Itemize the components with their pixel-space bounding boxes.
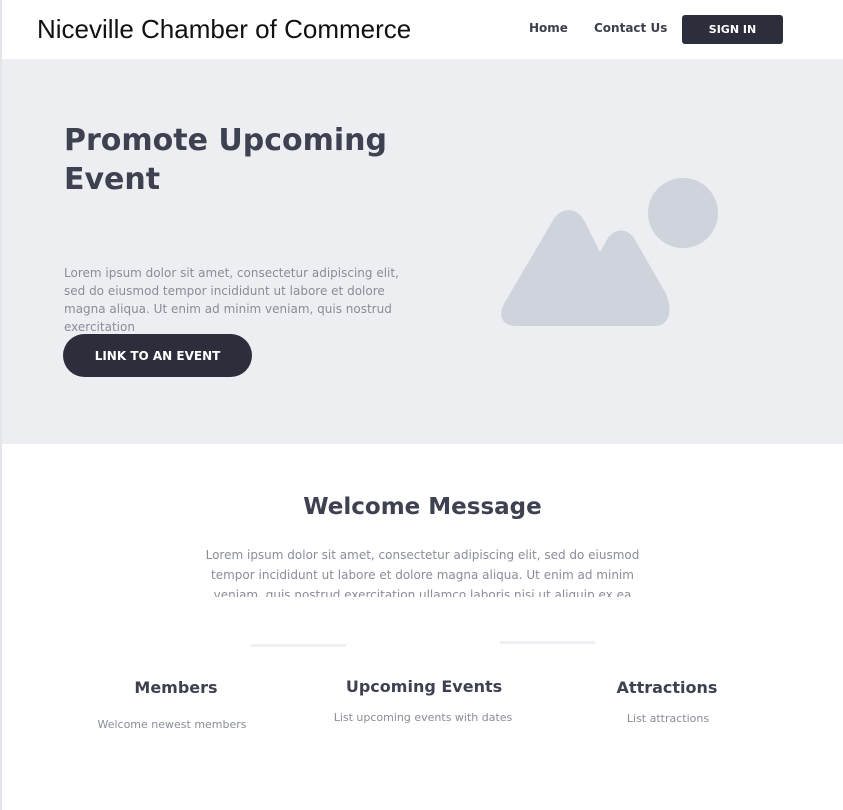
welcome-title: Welcome Message bbox=[303, 494, 542, 520]
hero-section: Promote Upcoming Event Lorem ipsum dolor… bbox=[2, 59, 843, 444]
feature-attractions-title: Attractions bbox=[616, 678, 718, 697]
divider bbox=[251, 644, 346, 647]
site-header: Niceville Chamber of Commerce Home Conta… bbox=[2, 0, 843, 59]
feature-events-title: Upcoming Events bbox=[345, 677, 503, 696]
welcome-text: Lorem ipsum dolor sit amet, consectetur … bbox=[205, 548, 640, 597]
divider bbox=[500, 641, 595, 644]
mountain-shape bbox=[501, 210, 670, 326]
hero-title: Promote Upcoming Event bbox=[64, 123, 387, 197]
site-title[interactable]: Niceville Chamber of Commerce bbox=[37, 14, 411, 45]
nav-contact-link[interactable]: Contact Us bbox=[594, 21, 667, 35]
sign-in-button[interactable]: SIGN IN bbox=[682, 15, 783, 44]
link-to-event-button[interactable]: LINK TO AN EVENT bbox=[63, 334, 252, 377]
feature-attractions-desc: List attractions bbox=[626, 712, 710, 725]
feature-events-desc: List upcoming events with dates bbox=[333, 711, 513, 724]
nav-home-link[interactable]: Home bbox=[529, 21, 568, 35]
feature-members-title: Members bbox=[134, 678, 218, 697]
hero-text: Lorem ipsum dolor sit amet, consectetur … bbox=[64, 266, 399, 334]
image-placeholder-icon bbox=[497, 174, 722, 334]
sun-shape bbox=[648, 178, 718, 248]
page: Niceville Chamber of Commerce Home Conta… bbox=[0, 0, 843, 810]
feature-members-desc: Welcome newest members bbox=[97, 718, 247, 731]
